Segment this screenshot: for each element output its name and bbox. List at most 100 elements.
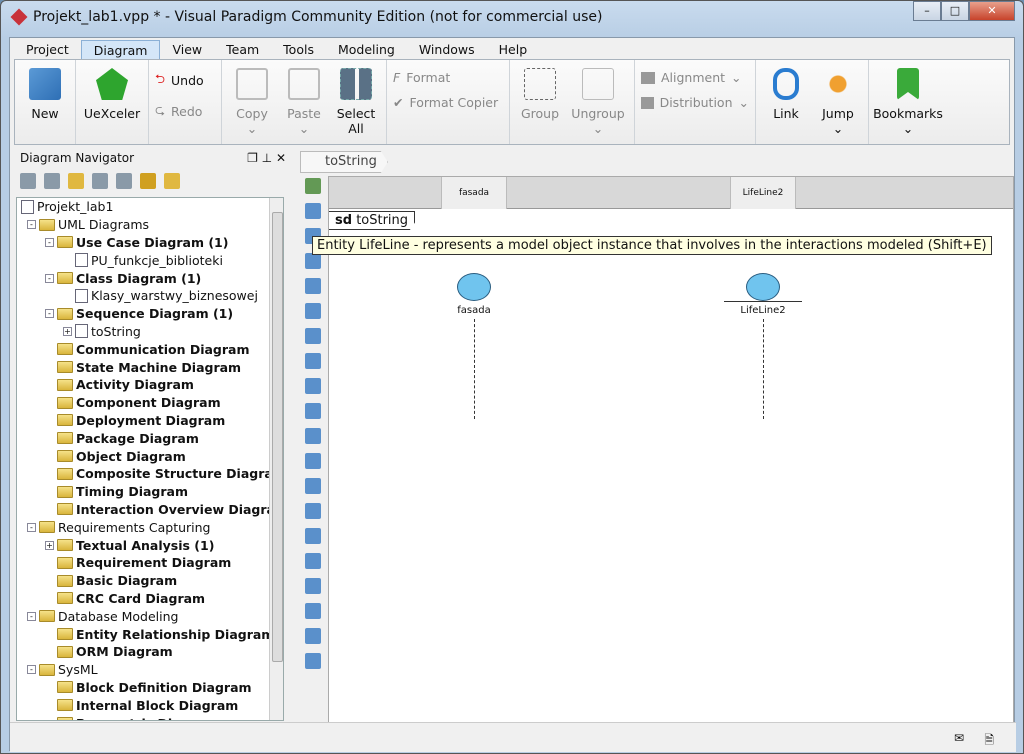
expand-toggle-icon[interactable]: +: [45, 540, 54, 550]
format-copier-button[interactable]: ✔ Format Copier: [393, 95, 503, 110]
menu-team[interactable]: Team: [214, 40, 271, 60]
distribution-button[interactable]: Distribution ⌄: [641, 95, 749, 110]
link-button[interactable]: Link: [762, 64, 810, 140]
open-folder-icon[interactable]: [164, 173, 180, 189]
bookmarks-button[interactable]: Bookmarks ⌄: [873, 64, 943, 140]
expand-toggle-icon[interactable]: -: [27, 220, 36, 230]
tree-item[interactable]: ORM Diagram: [17, 643, 283, 661]
menu-view[interactable]: View: [160, 40, 214, 60]
tree-item[interactable]: Projekt_lab1: [17, 198, 283, 216]
tree-item[interactable]: Basic Diagram: [17, 572, 283, 590]
state-invariant-tool-icon[interactable]: [305, 528, 321, 544]
breadcrumb[interactable]: toString: [300, 151, 388, 173]
actor-tool-icon[interactable]: [305, 478, 321, 494]
tree-view-icon[interactable]: [44, 173, 60, 189]
duration-tool-icon[interactable]: [305, 378, 321, 394]
gate-tool-icon[interactable]: [305, 503, 321, 519]
minimize-button[interactable]: –: [913, 1, 941, 21]
lifeline-name[interactable]: LifeLine2: [723, 305, 803, 316]
tree-item[interactable]: Communication Diagram: [17, 340, 283, 358]
tree-item[interactable]: - Database Modeling: [17, 607, 283, 625]
restore-panel-icon[interactable]: ❐: [247, 151, 258, 165]
collapse-icon[interactable]: [20, 173, 36, 189]
menu-tools[interactable]: Tools: [271, 40, 326, 60]
format-button[interactable]: F Format: [393, 70, 503, 85]
expand-toggle-icon[interactable]: -: [45, 237, 54, 247]
expand-toggle-icon[interactable]: -: [45, 273, 54, 283]
expand-toggle-icon[interactable]: -: [27, 522, 36, 532]
interaction-use-tool-icon[interactable]: [305, 428, 321, 444]
group-button[interactable]: Group: [516, 64, 564, 140]
entity-lifeline-tool-icon[interactable]: [305, 203, 321, 219]
menu-project[interactable]: Project: [14, 40, 81, 60]
alignment-button[interactable]: Alignment ⌄: [641, 70, 749, 85]
combined-fragment-tool-icon[interactable]: [305, 403, 321, 419]
tree-item[interactable]: Composite Structure Diagram: [17, 465, 283, 483]
lifeline-header[interactable]: fasada: [441, 177, 507, 209]
menu-windows[interactable]: Windows: [407, 40, 487, 60]
diagram-canvas[interactable]: fasada LifeLine2 sd toString fasada LifeLi…: [328, 176, 1014, 724]
expand-toggle-icon[interactable]: -: [45, 309, 54, 319]
maximize-button[interactable]: □: [941, 1, 969, 21]
close-button[interactable]: ✕: [969, 1, 1015, 21]
tree-item[interactable]: - SysML: [17, 661, 283, 679]
return-message-tool-icon[interactable]: [305, 303, 321, 319]
new-button[interactable]: New: [21, 64, 69, 140]
menu-help[interactable]: Help: [487, 40, 540, 60]
close-panel-icon[interactable]: ✕: [276, 151, 286, 165]
expand-toggle-icon[interactable]: -: [27, 665, 36, 675]
create-message-tool-icon[interactable]: [305, 278, 321, 294]
tree-item[interactable]: Package Diagram: [17, 429, 283, 447]
sort-icon[interactable]: [92, 173, 108, 189]
copy-button[interactable]: Copy ⌄: [228, 64, 276, 140]
tree-item[interactable]: Component Diagram: [17, 394, 283, 412]
expand-palette-icon[interactable]: [305, 653, 321, 669]
tree-item[interactable]: Block Definition Diagram: [17, 679, 283, 697]
frame-tool-icon[interactable]: [305, 453, 321, 469]
tree-item[interactable]: Requirement Diagram: [17, 554, 283, 572]
scrollbar-thumb[interactable]: [272, 212, 283, 662]
select-tool-icon[interactable]: [305, 178, 321, 194]
tree-item[interactable]: - Use Case Diagram (1): [17, 234, 283, 252]
lifeline-header[interactable]: LifeLine2: [730, 177, 796, 209]
tree-item[interactable]: + toString: [17, 323, 283, 341]
tree-item[interactable]: + Textual Analysis (1): [17, 536, 283, 554]
sd-frame-label[interactable]: sd toString: [329, 211, 416, 230]
entity-lifeline-icon[interactable]: [457, 273, 491, 301]
document-icon[interactable]: 🗎: [984, 731, 994, 752]
tree-item[interactable]: Parametric Diagram: [17, 714, 283, 720]
paste-button[interactable]: Paste ⌄: [280, 64, 328, 140]
tree-item[interactable]: Timing Diagram: [17, 483, 283, 501]
messages-icon[interactable]: ✉: [954, 731, 964, 745]
tree-item[interactable]: - UML Diagrams: [17, 216, 283, 234]
lifeline-name[interactable]: fasada: [434, 305, 514, 316]
tree-item[interactable]: - Sequence Diagram (1): [17, 305, 283, 323]
expand-toggle-icon[interactable]: -: [27, 611, 36, 621]
breadcrumb-item[interactable]: toString: [325, 154, 377, 169]
tree-item[interactable]: - Class Diagram (1): [17, 269, 283, 287]
menu-diagram[interactable]: Diagram: [80, 40, 161, 60]
continuation-tool-icon[interactable]: [305, 553, 321, 569]
tree-item[interactable]: Klasy_warstwy_biznesowej: [17, 287, 283, 305]
expand-toggle-icon[interactable]: +: [63, 326, 72, 336]
tree-item[interactable]: CRC Card Diagram: [17, 590, 283, 608]
uexceler-button[interactable]: UeXceler: [82, 64, 142, 140]
tree-item[interactable]: Activity Diagram: [17, 376, 283, 394]
tree-item[interactable]: PU_funkcje_biblioteki: [17, 251, 283, 269]
tree-item[interactable]: Interaction Overview Diagram: [17, 501, 283, 519]
entity-lifeline-icon[interactable]: [746, 273, 780, 301]
note-tool-icon[interactable]: [305, 603, 321, 619]
ungroup-button[interactable]: Ungroup ⌄: [568, 64, 628, 140]
jump-button[interactable]: Jump ⌄: [814, 64, 862, 140]
pin-icon[interactable]: ⊥: [262, 151, 272, 165]
lost-message-tool-icon[interactable]: [305, 353, 321, 369]
undo-button[interactable]: ⮌ Undo: [155, 70, 215, 91]
constraint-tool-icon[interactable]: [305, 578, 321, 594]
tree-item[interactable]: Object Diagram: [17, 447, 283, 465]
found-message-tool-icon[interactable]: [305, 328, 321, 344]
folder-icon[interactable]: [68, 173, 84, 189]
redo-button[interactable]: ⮎ Redo: [155, 101, 215, 122]
up-icon[interactable]: [116, 173, 132, 189]
self-message-tool-icon[interactable]: [305, 253, 321, 269]
menu-modeling[interactable]: Modeling: [326, 40, 407, 60]
